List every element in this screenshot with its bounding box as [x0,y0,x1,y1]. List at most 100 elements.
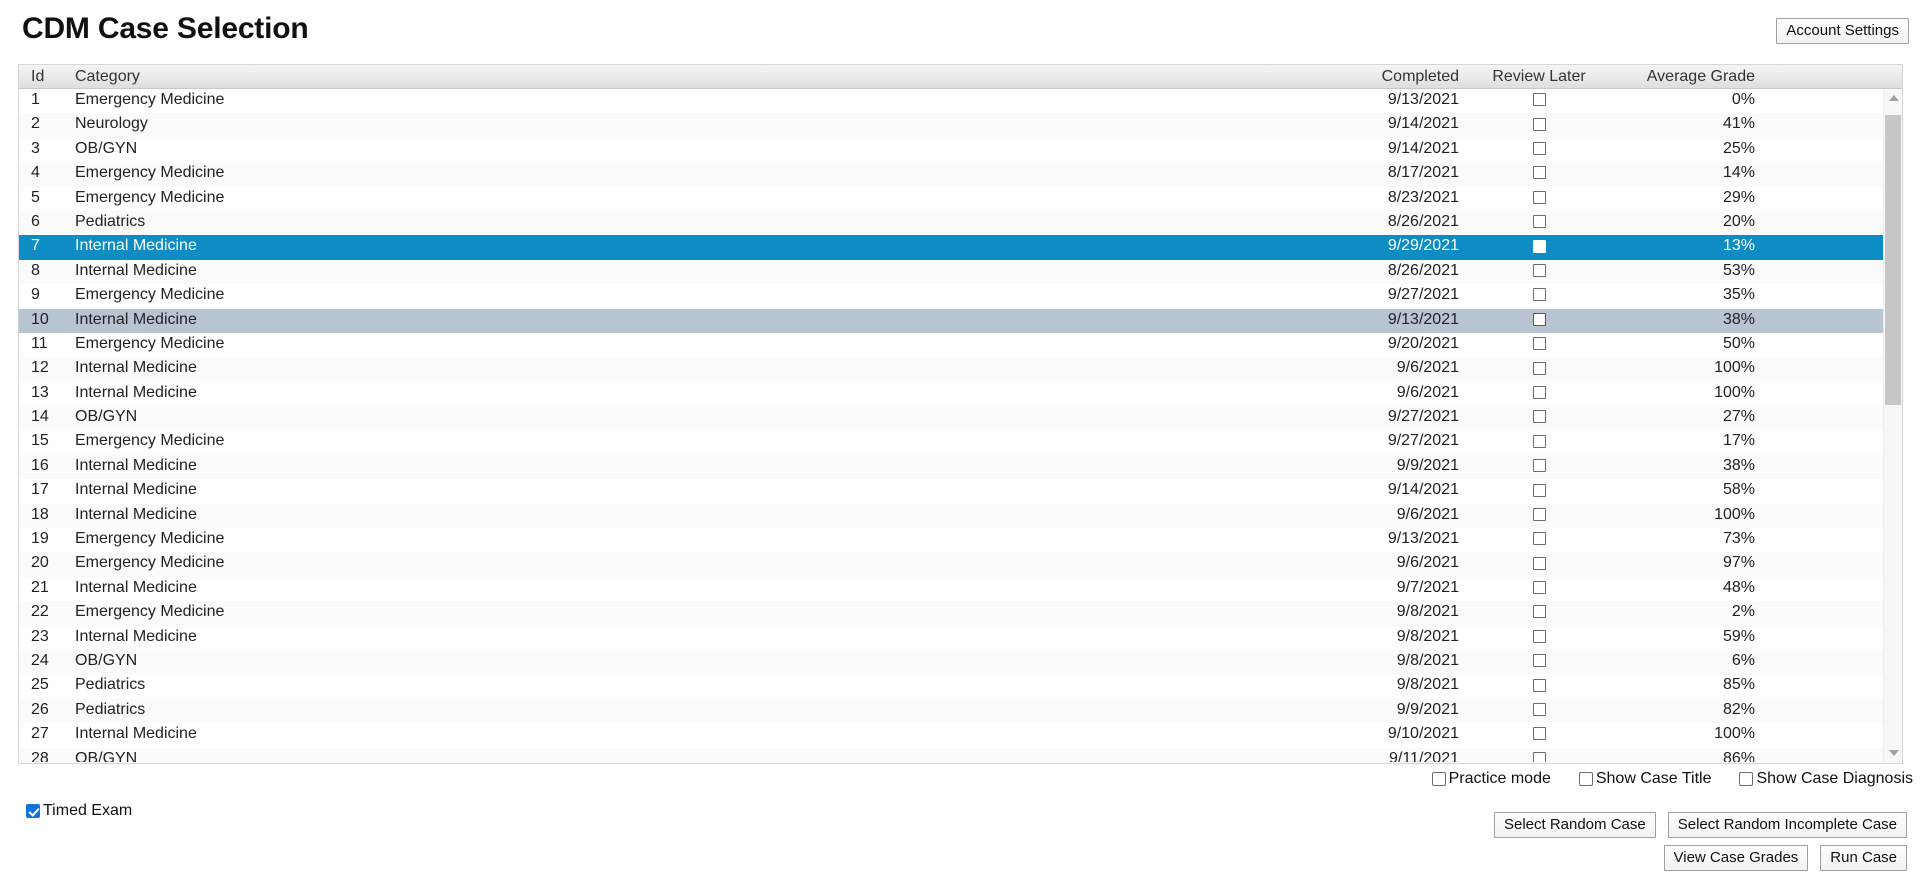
table-row[interactable]: 26 Pediatrics 9/9/2021 82% [19,698,1883,724]
cell-review-later[interactable] [1479,432,1599,450]
cell-review-later[interactable] [1479,506,1599,524]
table-row[interactable]: 9 Emergency Medicine 9/27/2021 35% [19,284,1883,309]
review-later-checkbox[interactable] [1532,629,1546,643]
review-later-checkbox[interactable] [1532,459,1546,473]
table-row[interactable]: 22 Emergency Medicine 9/8/2021 2% [19,601,1883,626]
cell-review-later[interactable] [1479,213,1599,231]
cell-review-later[interactable] [1479,603,1599,621]
review-later-checkbox[interactable] [1532,605,1546,619]
table-row[interactable]: 17 Internal Medicine 9/14/2021 58% [19,479,1883,504]
cell-review-later[interactable] [1479,725,1599,743]
cell-review-later[interactable] [1479,164,1599,182]
review-later-checkbox[interactable] [1532,361,1546,375]
cell-review-later[interactable] [1479,750,1599,762]
grid-vertical-scrollbar[interactable] [1883,89,1902,762]
table-row[interactable]: 20 Emergency Medicine 9/6/2021 97% [19,552,1883,577]
table-row[interactable]: 13 Internal Medicine 9/6/2021 100% [19,381,1883,407]
table-row[interactable]: 6 Pediatrics 8/26/2021 20% [19,210,1883,236]
cell-review-later[interactable] [1479,554,1599,572]
table-row[interactable]: 1 Emergency Medicine 9/13/2021 0% [19,89,1883,114]
review-later-checkbox[interactable] [1532,264,1546,277]
review-later-checkbox[interactable] [1532,239,1546,253]
review-later-checkbox[interactable] [1532,727,1546,741]
review-later-checkbox[interactable] [1532,483,1546,497]
table-row[interactable]: 23 Internal Medicine 9/8/2021 59% [19,625,1883,650]
cell-review-later[interactable] [1479,262,1599,280]
cell-review-later[interactable] [1479,237,1599,255]
table-row[interactable]: 18 Internal Medicine 9/6/2021 100% [19,503,1883,529]
practice-mode-checkbox-box[interactable] [1431,772,1446,786]
select-random-incomplete-case-button[interactable]: Select Random Incomplete Case [1667,812,1907,839]
table-row[interactable]: 10 Internal Medicine 9/13/2021 38% [19,308,1883,333]
review-later-checkbox[interactable] [1532,190,1546,204]
cell-review-later[interactable] [1479,115,1599,133]
cell-review-later[interactable] [1479,140,1599,158]
cell-review-later[interactable] [1479,91,1599,109]
cell-review-later[interactable] [1479,286,1599,304]
view-case-grades-button[interactable]: View Case Grades [1663,845,1809,872]
scrollbar-thumb[interactable] [1885,115,1901,405]
show-case-diagnosis-checkbox[interactable]: Show Case Diagnosis [1739,770,1913,788]
run-case-button[interactable]: Run Case [1820,845,1907,872]
scroll-down-arrow-icon[interactable] [1884,744,1902,762]
table-row[interactable]: 24 OB/GYN 9/8/2021 6% [19,649,1883,675]
review-later-checkbox[interactable] [1532,678,1546,692]
review-later-checkbox[interactable] [1532,385,1546,399]
review-later-checkbox[interactable] [1532,581,1546,595]
review-later-checkbox[interactable] [1532,410,1546,424]
column-header-category[interactable]: Category [75,68,140,86]
table-row[interactable]: 5 Emergency Medicine 8/23/2021 29% [19,186,1883,211]
cell-review-later[interactable] [1479,676,1599,694]
cell-review-later[interactable] [1479,481,1599,499]
table-row[interactable]: 27 Internal Medicine 9/10/2021 100% [19,723,1883,748]
column-header-completed[interactable]: Completed [1169,68,1459,86]
review-later-checkbox[interactable] [1532,337,1546,351]
cell-review-later[interactable] [1479,579,1599,597]
show-case-diagnosis-checkbox-box[interactable] [1739,772,1754,786]
review-later-checkbox[interactable] [1532,556,1546,570]
review-later-checkbox[interactable] [1532,142,1546,156]
cell-review-later[interactable] [1479,701,1599,719]
table-row[interactable]: 7 Internal Medicine 9/29/2021 13% [19,235,1883,260]
table-row[interactable]: 14 OB/GYN 9/27/2021 27% [19,406,1883,431]
review-later-checkbox[interactable] [1532,215,1546,229]
cell-review-later[interactable] [1479,457,1599,475]
account-settings-button[interactable]: Account Settings [1776,18,1909,45]
column-header-average-grade[interactable]: Average Grade [1615,68,1755,86]
timed-exam-checkbox-box[interactable] [26,804,40,818]
timed-exam-checkbox[interactable]: Timed Exam [26,802,132,820]
review-later-checkbox[interactable] [1532,654,1546,668]
cell-review-later[interactable] [1479,530,1599,548]
table-row[interactable]: 21 Internal Medicine 9/7/2021 48% [19,576,1883,602]
scroll-up-arrow-icon[interactable] [1884,89,1902,107]
show-case-title-checkbox-box[interactable] [1578,772,1593,786]
table-row[interactable]: 19 Emergency Medicine 9/13/2021 73% [19,528,1883,553]
review-later-checkbox[interactable] [1532,751,1546,762]
practice-mode-checkbox[interactable]: Practice mode [1431,770,1551,788]
table-row[interactable]: 8 Internal Medicine 8/26/2021 53% [19,259,1883,285]
cell-review-later[interactable] [1479,628,1599,646]
cell-review-later[interactable] [1479,408,1599,426]
cell-review-later[interactable] [1479,189,1599,207]
table-row[interactable]: 15 Emergency Medicine 9/27/2021 17% [19,430,1883,455]
cell-review-later[interactable] [1479,384,1599,402]
table-row[interactable]: 3 OB/GYN 9/14/2021 25% [19,137,1883,163]
cell-review-later[interactable] [1479,652,1599,670]
table-row[interactable]: 4 Emergency Medicine 8/17/2021 14% [19,162,1883,187]
table-row[interactable]: 11 Emergency Medicine 9/20/2021 50% [19,332,1883,358]
table-row[interactable]: 12 Internal Medicine 9/6/2021 100% [19,357,1883,382]
review-later-checkbox[interactable] [1532,166,1546,180]
table-row[interactable]: 16 Internal Medicine 9/9/2021 38% [19,454,1883,480]
column-header-id[interactable]: Id [31,68,44,86]
select-random-case-button[interactable]: Select Random Case [1493,812,1656,839]
review-later-checkbox[interactable] [1532,507,1546,521]
table-row[interactable]: 2 Neurology 9/14/2021 41% [19,113,1883,138]
review-later-checkbox[interactable] [1532,288,1546,302]
review-later-checkbox[interactable] [1532,93,1546,107]
cell-review-later[interactable] [1479,335,1599,353]
table-row[interactable]: 25 Pediatrics 9/8/2021 85% [19,674,1883,699]
review-later-checkbox[interactable] [1532,434,1546,448]
column-header-review-later[interactable]: Review Later [1479,68,1599,86]
cell-review-later[interactable] [1479,359,1599,377]
review-later-checkbox[interactable] [1532,312,1546,326]
